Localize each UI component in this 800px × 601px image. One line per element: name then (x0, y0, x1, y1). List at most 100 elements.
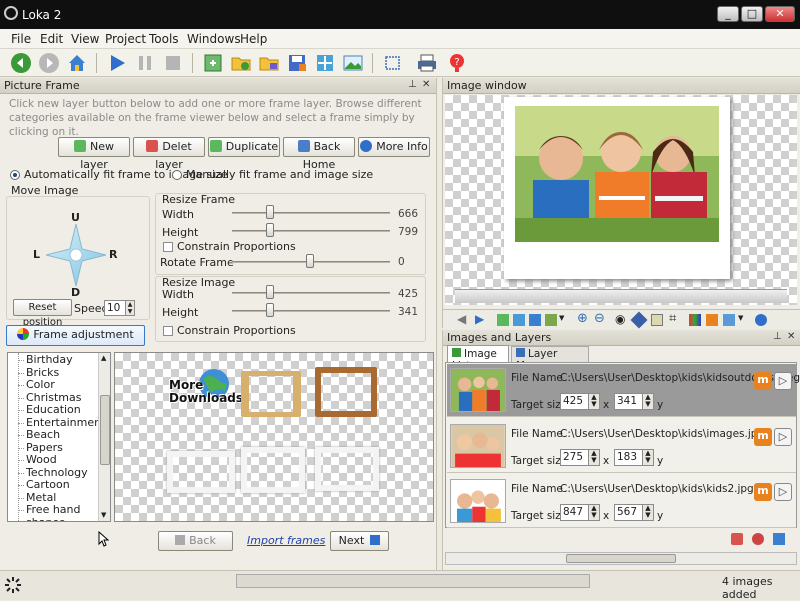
scroll-down-icon[interactable]: ▼ (101, 511, 106, 519)
frame-width-thumb[interactable] (266, 205, 274, 219)
frame-width-slider[interactable] (232, 212, 390, 214)
color-palette-icon[interactable] (689, 314, 701, 326)
levels-icon[interactable] (706, 314, 718, 326)
remove-image-icon[interactable] (731, 533, 743, 545)
frame-thumbnail-white-1[interactable] (167, 451, 235, 493)
target-height-stepper[interactable]: ▲ ▼ (642, 449, 654, 466)
play-row-button[interactable]: ▷ (774, 372, 792, 390)
image-list-scroll-thumb[interactable] (566, 554, 676, 563)
close-button[interactable]: ✕ (765, 6, 795, 22)
category-item[interactable]: shapes (26, 516, 65, 522)
save-icon[interactable] (286, 52, 308, 74)
target-height-stepper[interactable]: ▲ ▼ (642, 393, 654, 410)
category-item[interactable]: Birthday (26, 353, 73, 366)
frame-thumbnail-white-3[interactable] (315, 447, 379, 491)
more-info-button[interactable]: More Info (358, 137, 430, 157)
menu-tools[interactable]: Tools (149, 32, 179, 46)
scroll-up-icon[interactable]: ▲ (101, 354, 106, 362)
image-height-thumb[interactable] (266, 303, 274, 317)
canvas-hscroll[interactable] (455, 289, 787, 303)
play-row-button[interactable]: ▷ (774, 483, 792, 501)
target-width-stepper[interactable]: ▲ ▼ (588, 504, 600, 521)
category-item[interactable]: Color (26, 378, 55, 391)
copy-icon[interactable] (513, 314, 525, 326)
tab-image-list[interactable]: Image List (447, 345, 509, 372)
frame-constrain-label[interactable]: Constrain Proportions (177, 240, 296, 253)
menu-file[interactable]: File (11, 32, 31, 46)
new-layer-button[interactable]: New layer (58, 137, 130, 171)
tree-scroll-thumb[interactable] (100, 395, 110, 465)
help-icon[interactable]: ? (446, 52, 468, 74)
add-image-icon[interactable] (202, 52, 224, 74)
add-folder-icon[interactable] (230, 52, 252, 74)
image-height-slider[interactable] (232, 310, 390, 312)
home-icon[interactable] (66, 52, 88, 74)
image-constrain-checkbox[interactable] (163, 326, 173, 336)
direction-pad-icon[interactable] (46, 224, 106, 286)
frame-height-slider[interactable] (232, 230, 390, 232)
prev-image-icon[interactable]: ◀ (457, 312, 466, 326)
frame-constrain-checkbox[interactable] (163, 242, 173, 252)
image-row-2[interactable]: File Name C:\Users\User\Desktop\kids\ima… (447, 420, 796, 473)
delete-layer-button[interactable]: Delet layer (133, 137, 205, 171)
move-left-label[interactable]: L (33, 248, 40, 261)
open-folder-icon[interactable] (258, 52, 280, 74)
category-item[interactable]: Wood (26, 453, 57, 466)
back-arrow-icon[interactable] (10, 52, 32, 74)
landscape-image-icon[interactable] (342, 52, 364, 74)
import-frames-link[interactable]: Import frames (247, 534, 325, 547)
chevron-down-icon[interactable]: ▼ (559, 314, 564, 322)
image-list-hscroll[interactable] (445, 552, 797, 565)
category-item[interactable]: Christmas (26, 391, 81, 404)
duplicate-button[interactable]: Duplicate (208, 137, 280, 157)
target-width-stepper[interactable]: ▲ ▼ (588, 393, 600, 410)
category-item[interactable]: Free hand (26, 503, 81, 516)
eraser-icon[interactable] (651, 314, 663, 326)
menu-edit[interactable]: Edit (40, 32, 63, 46)
next-button[interactable]: Next (330, 531, 389, 551)
crop-select-icon[interactable] (382, 52, 404, 74)
next-image-icon[interactable]: ▶ (475, 312, 484, 326)
frame-thumbnail-wood[interactable] (315, 367, 377, 417)
image-canvas[interactable] (445, 95, 797, 305)
more-downloads-tile[interactable]: More Downloads (169, 365, 245, 415)
fit-image-icon[interactable] (314, 52, 336, 74)
edit-image-icon[interactable] (773, 533, 785, 545)
move-down-label[interactable]: D (71, 286, 80, 299)
image-width-thumb[interactable] (266, 285, 274, 299)
manual-fit-label[interactable]: Manually fit frame and image size (186, 168, 373, 181)
pin-icon[interactable]: ⊥ (408, 79, 417, 90)
target-height-stepper[interactable]: ▲ ▼ (642, 504, 654, 521)
effects-icon[interactable] (723, 314, 735, 326)
category-item[interactable]: Metal (26, 491, 56, 504)
pause-icon[interactable] (134, 52, 156, 74)
move-up-label[interactable]: U (71, 211, 80, 224)
image-adjust-icon[interactable] (545, 314, 557, 326)
rotate-frame-thumb[interactable] (306, 254, 314, 268)
tree-scrollbar[interactable]: ▲ ▼ (98, 353, 110, 521)
pin-icon[interactable]: ⊥ (773, 331, 782, 342)
reset-position-button[interactable]: Reset position (13, 299, 72, 328)
target-width-stepper[interactable]: ▲ ▼ (588, 449, 600, 466)
move-right-label[interactable]: R (109, 248, 117, 261)
speed-stepper[interactable]: ▲ ▼ (125, 300, 135, 316)
image-constrain-label[interactable]: Constrain Proportions (177, 324, 296, 337)
stop-icon[interactable] (162, 52, 184, 74)
category-item[interactable]: Cartoon (26, 478, 70, 491)
manual-fit-radio[interactable] (172, 170, 182, 180)
maximize-button[interactable]: □ (741, 6, 763, 22)
print-icon[interactable] (416, 52, 438, 74)
menu-view[interactable]: View (71, 32, 99, 46)
category-item[interactable]: Papers (26, 441, 63, 454)
minimize-button[interactable]: _ (717, 6, 739, 22)
close-panel-icon[interactable]: ✕ (787, 331, 795, 342)
menu-windows[interactable]: Windows (187, 32, 241, 46)
menu-help[interactable]: Help (240, 32, 267, 46)
frame-adjustment-button[interactable]: Frame adjustment (6, 325, 145, 346)
speed-input[interactable]: 10 (104, 300, 126, 316)
fill-icon[interactable] (630, 311, 648, 329)
image-row-1[interactable]: File Name C:\Users\User\Desktop\kids\kid… (447, 364, 800, 417)
forward-arrow-icon[interactable] (38, 52, 60, 74)
info-icon[interactable] (755, 314, 767, 326)
close-panel-icon[interactable]: ✕ (422, 79, 430, 90)
